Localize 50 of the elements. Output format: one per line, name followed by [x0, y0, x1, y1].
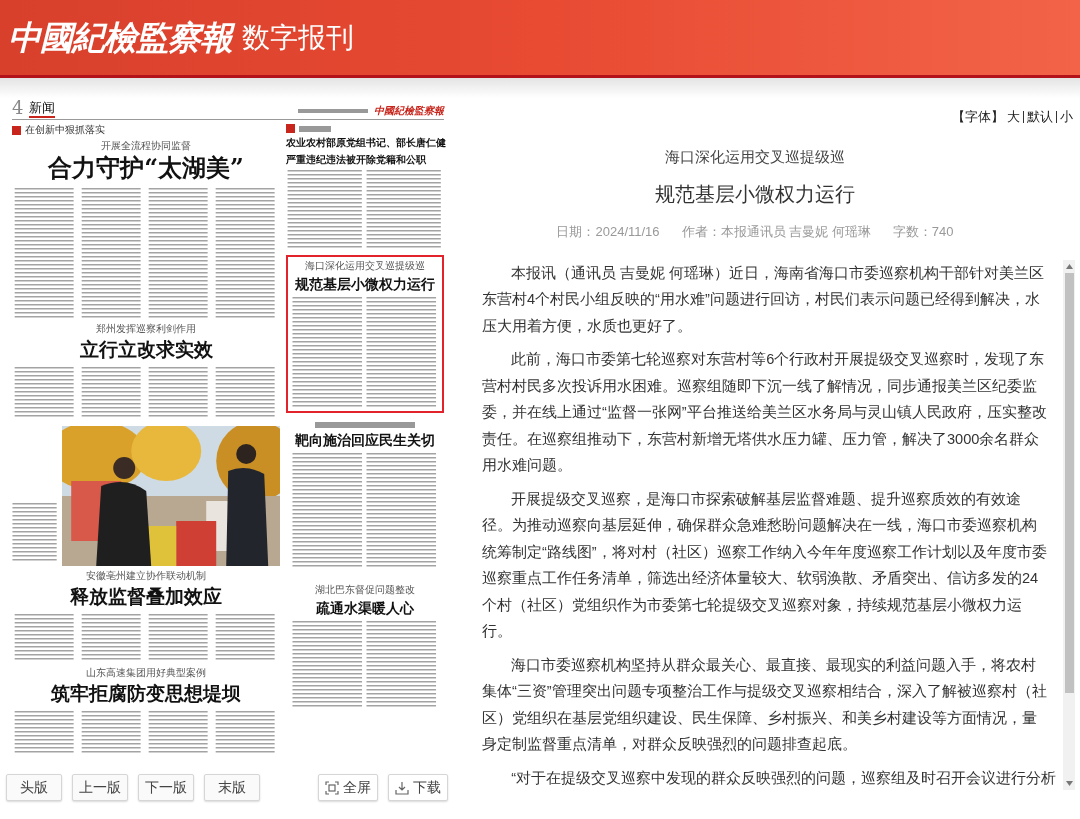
headline: 靶向施治回应民生关切 [294, 431, 436, 450]
fullscreen-button[interactable]: 全屏 [318, 774, 378, 801]
article-title: 规范基层小微权力运行 [655, 182, 855, 207]
article-paragraph: “对于在提级交叉巡察中发现的群众反映强烈的问题，巡察组及时召开会议进行分析 [510, 768, 1057, 788]
download-icon [395, 780, 409, 795]
kicker-text: 山东高速集团用好典型案例 [85, 667, 207, 679]
font-size-option[interactable]: 小 [1060, 107, 1073, 127]
font-size-option[interactable]: 默认 [1027, 107, 1053, 127]
article-meta: 字数：740 [892, 223, 954, 241]
headline: 立行立改求实效 [78, 337, 214, 361]
download-button[interactable]: 下载 [388, 774, 448, 801]
text-column-drawing [12, 502, 58, 562]
kicker-text: 湖北巴东督促问题整改 [314, 584, 416, 596]
headline: 严重违纪违法被开除党籍和公职 [286, 153, 427, 167]
article-paragraph: 此前，海口市委第七轮巡察对东营村等6个行政村开展提级交叉巡察时，发现了东营村村民多次投诉用水困难。巡察组随即下沉一线了解情况，同步通报美兰区纪委监委，并在线上通过“监督一张网”平台推送给美兰区水务局与灵山镇人民政府，压实整改责任。在巡察组推动下，东营村新增无塔供水压力罐、压力管，解决了3000余名群众用水难问题。 [482, 350, 1048, 475]
article-meta: 作者：本报通讯员 吉曼妮 何瑶琳 [681, 223, 871, 241]
article-paragraph: 本报讯（通讯员 吉曼妮 何瑶琳）近日，海南省海口市委巡察机构干部针对美兰区东营村4个村民小组反映的“用水难”问题进行回访，村民们表示问题已经得到解决，水压大用着方便，水质也更好了。 [482, 263, 1046, 336]
headline: 合力守护“太湖美” [47, 154, 245, 182]
pager-button[interactable]: 末版 [204, 774, 260, 801]
site-subtitle: 数字报刊 [242, 19, 354, 56]
pager-button[interactable]: 上一版 [72, 774, 128, 801]
fullscreen-icon [325, 780, 339, 795]
kicker-text: 开展全流程协同监督 [100, 140, 192, 152]
pager-button[interactable]: 下一版 [138, 774, 194, 801]
page-number: 4 [12, 98, 24, 118]
masthead-mini: 中國紀檢監察報 [374, 104, 444, 118]
font-size-label: 【字体】 [952, 108, 1004, 127]
tag-icon [286, 124, 295, 133]
kicker-text: 郑州发挥巡察利剑作用 [95, 323, 197, 335]
headline: 规范基层小微权力运行 [294, 275, 436, 294]
headline: 农业农村部原党组书记、部长唐仁健 [286, 136, 444, 150]
kicker-text: 安徽亳州建立协作联动机制 [85, 570, 207, 582]
headline: 释放监督叠加效应 [69, 584, 223, 608]
headline: 筑牢拒腐防变思想堤坝 [50, 681, 242, 705]
scroll-down-icon[interactable] [1065, 780, 1073, 786]
tag-icon [12, 125, 21, 135]
article-paragraph: 海口市委巡察机构坚持从群众最关心、最直接、最现实的利益问题入手，将农村集体“三资”管理突出问题专项整治工作与提级交叉巡察相结合，深入了解被巡察村（社区）党组织在基层党组织建设、民生保障、乡村振兴、和美乡村建设等方面情况，量身定制监督重点清单，对群众反映强烈的问题排查起底。 [482, 655, 1048, 754]
article-paragraph: 开展提级交叉巡察，是海口市探索破解基层监督难题、提升巡察质效的有效途径。为推动巡察向基层延伸，确保群众急难愁盼问题解决在一线，海口市委巡察机构统筹制定“路线图”，将对村（社区）巡察工作纳入今年年度巡察工作计划以及年度市委巡察重点工作任务清单，筛选出经济体量较大、软弱涣散、矛盾突出、信访多发的24个村（社区）党组织作为市委第七轮提级交叉巡察对象，持续规范基层小微权力运行。 [482, 489, 1048, 641]
kicker-text: 海口深化运用交叉巡提级巡 [304, 260, 426, 272]
tag-text-drawing [299, 125, 331, 132]
pager-button[interactable]: 头版 [6, 774, 62, 801]
article-meta: 日期：2024/11/16 [556, 223, 660, 241]
font-size-option[interactable]: 大 [1007, 107, 1020, 127]
headline: 疏通水渠暖人心 [315, 599, 415, 618]
section-title: 新闻 [29, 100, 56, 118]
article-kicker: 海口深化运用交叉巡提级巡 [665, 147, 845, 167]
section-tag: 在创新中狠抓落实 [25, 124, 105, 136]
scrollbar[interactable] [1063, 259, 1075, 790]
scroll-up-icon[interactable] [1065, 263, 1073, 269]
date-line-drawing [298, 109, 368, 113]
